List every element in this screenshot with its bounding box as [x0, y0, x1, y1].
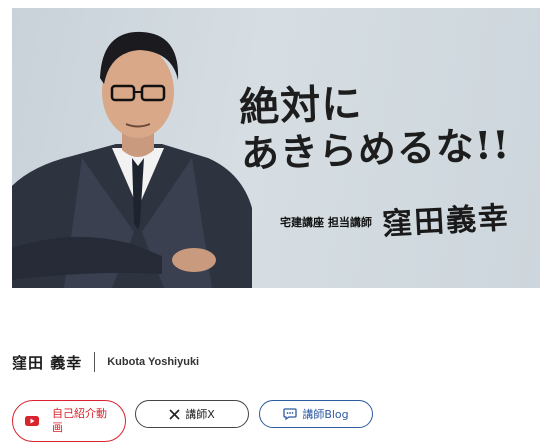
slogan-line-1: 絶対に	[238, 79, 364, 132]
youtube-icon	[25, 416, 39, 426]
name-divider	[94, 352, 96, 372]
instructor-x-button[interactable]: 講師X	[135, 400, 249, 428]
instructor-name-row: 窪田 義幸 Kubota Yoshiyuki	[12, 351, 199, 373]
instructor-name-english: Kubota Yoshiyuki	[107, 356, 200, 368]
slogan: 絶対に あきらめるな!!	[238, 75, 540, 177]
intro-video-label: 自己紹介動画	[52, 407, 107, 434]
instructor-role: 宅建講座 担当講師	[280, 216, 372, 229]
hero-banner: 絶対に あきらめるな!! 宅建講座 担当講師 窪田義幸	[12, 8, 540, 288]
instructor-name-japanese: 窪田 義幸	[12, 353, 83, 372]
signature: 窪田義幸	[381, 200, 512, 243]
intro-video-button[interactable]: 自己紹介動画	[12, 400, 126, 442]
chat-bubble-icon	[283, 408, 297, 420]
slogan-line-2: あきらめるな!!	[240, 121, 511, 177]
instructor-blog-label: 講師Blog	[302, 408, 349, 421]
instructor-blog-button[interactable]: 講師Blog	[259, 400, 373, 428]
instructor-x-label: 講師X	[185, 408, 215, 421]
instructor-photo	[12, 31, 252, 288]
x-logo-icon	[169, 408, 180, 420]
